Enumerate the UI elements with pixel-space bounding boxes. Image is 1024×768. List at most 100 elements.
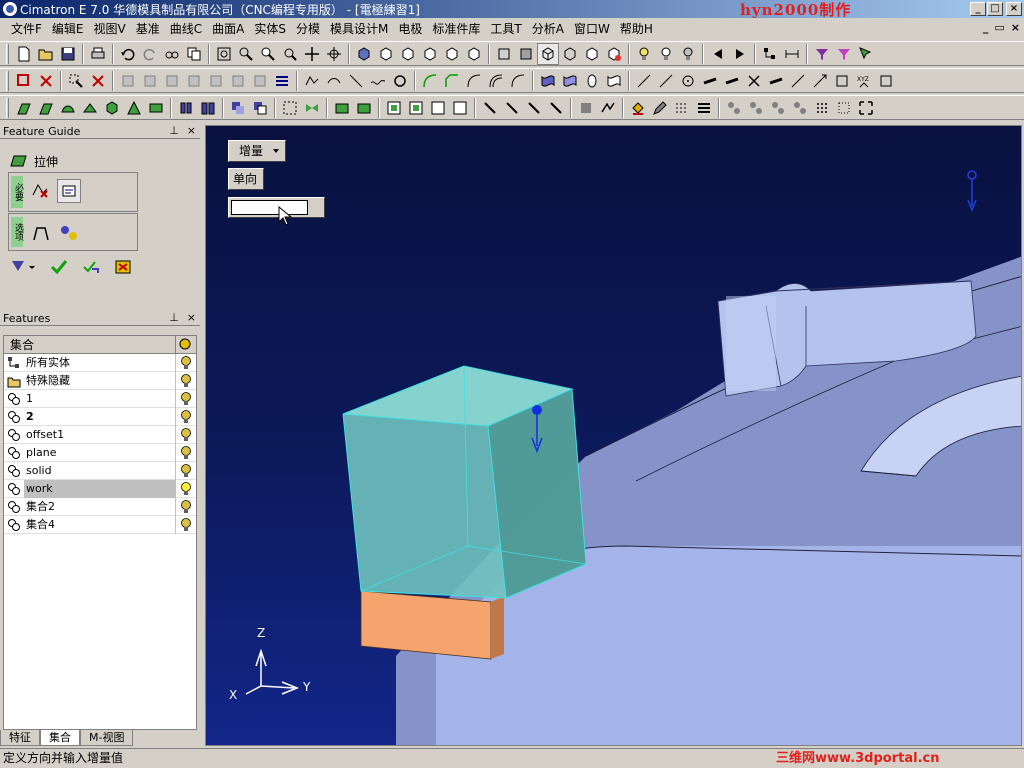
surface-tool-3-icon[interactable]: [581, 70, 603, 92]
delete-icon[interactable]: [35, 70, 57, 92]
surface-tool-1-icon[interactable]: [537, 70, 559, 92]
project-curve-icon[interactable]: [507, 70, 529, 92]
menu-tools[interactable]: 工具T: [485, 19, 526, 40]
list-item[interactable]: plane: [4, 443, 196, 462]
solid-tool-1-icon[interactable]: [633, 70, 655, 92]
face-tool-3-icon[interactable]: [427, 97, 449, 119]
blend-icon[interactable]: [145, 97, 167, 119]
sketch-icon[interactable]: [301, 70, 323, 92]
trim-curve-icon[interactable]: [463, 70, 485, 92]
solid-tool-9-icon[interactable]: [809, 70, 831, 92]
maximize-button[interactable]: □: [987, 2, 1003, 16]
rotate-icon[interactable]: [323, 43, 345, 65]
curve-tool-2-icon[interactable]: [139, 70, 161, 92]
direction-toggle-button[interactable]: 单向: [228, 168, 264, 190]
lightbulb-off-icon[interactable]: [655, 43, 677, 65]
render-icon[interactable]: [493, 43, 515, 65]
xyz-icon[interactable]: XYZ: [853, 70, 875, 92]
solid-tool-8-icon[interactable]: [787, 70, 809, 92]
curve-tool-1-icon[interactable]: [117, 70, 139, 92]
dotted-box-icon[interactable]: [833, 97, 855, 119]
minimize-button[interactable]: _: [970, 2, 986, 16]
set-tool-1-icon[interactable]: [745, 97, 767, 119]
solid-tool-3-icon[interactable]: [677, 70, 699, 92]
view-top-icon[interactable]: [397, 43, 419, 65]
mode-dropdown[interactable]: 增量: [228, 140, 286, 162]
glasses-icon[interactable]: [161, 43, 183, 65]
face-tool-4-icon[interactable]: [449, 97, 471, 119]
zoom-all-icon[interactable]: [213, 43, 235, 65]
revolve-icon[interactable]: [35, 97, 57, 119]
lightbulb-on-icon[interactable]: [176, 481, 196, 497]
wireframe-icon[interactable]: [537, 42, 559, 65]
pick-icon[interactable]: [855, 43, 877, 65]
list-item[interactable]: 集合4: [4, 515, 196, 534]
toolbar-grip[interactable]: [6, 70, 9, 91]
display-mode-icon[interactable]: [603, 43, 625, 65]
line-icon[interactable]: [345, 70, 367, 92]
menu-view[interactable]: 视图V: [89, 19, 131, 40]
menu-curve[interactable]: 曲线C: [165, 19, 207, 40]
graphics-viewport[interactable]: Z Y X 增量 单向: [205, 125, 1022, 746]
view-iso-icon[interactable]: [353, 43, 375, 65]
boolean-sub-icon[interactable]: [249, 97, 271, 119]
arrow-right-icon[interactable]: [729, 43, 751, 65]
panel-close-icon[interactable]: ×: [187, 124, 196, 137]
menu-mold-design[interactable]: 模具设计M: [325, 19, 393, 40]
solid-tool-2-icon[interactable]: [655, 70, 677, 92]
lightbulb-icon[interactable]: [176, 499, 196, 515]
list-icon[interactable]: [271, 70, 293, 92]
pin-icon[interactable]: ⊥: [169, 311, 179, 324]
pattern-icon[interactable]: [279, 97, 301, 119]
list-item[interactable]: 特殊隐藏: [4, 371, 196, 390]
view-front-icon[interactable]: [375, 43, 397, 65]
surface-tool-2-icon[interactable]: [559, 70, 581, 92]
visibility-header-icon[interactable]: [176, 336, 196, 353]
menu-analysis[interactable]: 分析A: [527, 19, 569, 40]
fillet-curve-icon[interactable]: [419, 70, 441, 92]
paint-bucket-icon[interactable]: [627, 97, 649, 119]
menu-parting[interactable]: 分模: [291, 19, 325, 40]
edge-tool-1-icon[interactable]: [479, 97, 501, 119]
menu-file[interactable]: 文件F: [6, 19, 47, 40]
filter-icon[interactable]: [811, 43, 833, 65]
lightbulb-icon[interactable]: [176, 463, 196, 479]
book-icon[interactable]: [197, 97, 219, 119]
part-tool-2-icon[interactable]: [353, 97, 375, 119]
redo-icon[interactable]: [139, 43, 161, 65]
solid-tool-7-icon[interactable]: [765, 70, 787, 92]
save-icon[interactable]: [57, 43, 79, 65]
bulb-toggle-icon[interactable]: [677, 43, 699, 65]
menu-edit[interactable]: 编辑E: [47, 19, 89, 40]
zoom-window-icon[interactable]: [235, 43, 257, 65]
lightbulb-icon[interactable]: [176, 391, 196, 407]
lightbulb-icon[interactable]: [176, 373, 196, 389]
list-item[interactable]: work: [4, 479, 196, 498]
shell-icon[interactable]: [101, 97, 123, 119]
view-right-icon[interactable]: [419, 43, 441, 65]
lightbulb-icon[interactable]: [176, 427, 196, 443]
apply-dropdown-icon[interactable]: [10, 259, 36, 278]
line-weight-icon[interactable]: [693, 97, 715, 119]
copy-icon[interactable]: [183, 43, 205, 65]
mirror-icon[interactable]: [301, 97, 323, 119]
composite-curve-icon[interactable]: [323, 70, 345, 92]
list-item[interactable]: offset1: [4, 425, 196, 444]
lightbulb-icon[interactable]: [176, 517, 196, 533]
menu-help[interactable]: 帮助H: [615, 19, 658, 40]
set-tool-2-icon[interactable]: [767, 97, 789, 119]
delta-value-input[interactable]: [231, 200, 308, 215]
split-icon[interactable]: [175, 97, 197, 119]
new-file-icon[interactable]: [13, 43, 35, 65]
edge-tool-2-icon[interactable]: [501, 97, 523, 119]
curve-tool-6-icon[interactable]: [227, 70, 249, 92]
curve-tool-5-icon[interactable]: [205, 70, 227, 92]
dotted-grid-icon[interactable]: [811, 97, 833, 119]
shading-icon[interactable]: [515, 43, 537, 65]
option-settings-icon[interactable]: [59, 224, 79, 245]
column-header-set[interactable]: 集合: [4, 336, 176, 353]
display-tool-1-icon[interactable]: [575, 97, 597, 119]
doc-close-button[interactable]: ×: [1011, 21, 1020, 34]
tab-sets[interactable]: 集合: [40, 730, 80, 746]
layers-icon[interactable]: [723, 97, 745, 119]
